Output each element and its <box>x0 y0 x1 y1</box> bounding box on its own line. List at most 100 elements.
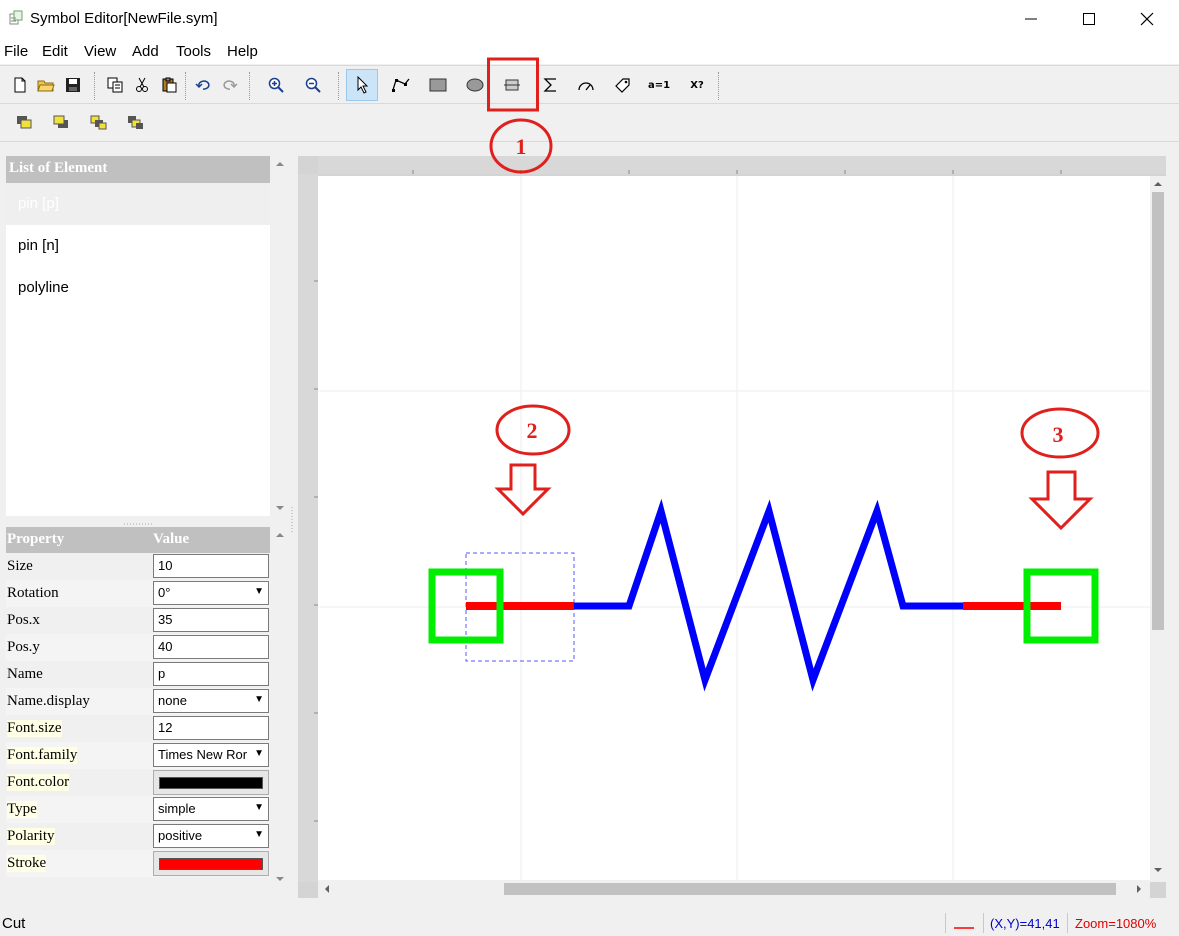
property-column-header: Property <box>7 531 65 547</box>
canvas-vertical-scrollbar[interactable] <box>1150 176 1166 882</box>
name-field[interactable]: p <box>153 662 269 686</box>
property-table-scrollbar[interactable] <box>272 527 288 887</box>
pin-icon <box>504 79 520 91</box>
menu-tools[interactable]: Tools <box>176 43 211 60</box>
query-param-label: X? <box>690 79 704 91</box>
ellipse-icon <box>466 78 484 92</box>
bring-to-front-button[interactable] <box>9 107 41 139</box>
horizontal-ruler <box>318 156 1166 174</box>
element-list-header: List of Element <box>6 156 270 183</box>
scroll-thumb[interactable] <box>1152 192 1164 630</box>
sigma-icon <box>543 78 556 92</box>
drawing-canvas[interactable] <box>318 176 1150 882</box>
font-size-field[interactable]: 12 <box>153 716 269 740</box>
stroke-line-icon <box>954 927 974 929</box>
prop-row-pos-y: Pos.y 40 <box>6 634 270 661</box>
label-tool-button[interactable] <box>607 69 639 101</box>
arc-tool-button[interactable] <box>570 69 602 101</box>
prop-row-font-size: Font.size 12 <box>6 715 270 742</box>
redo-button[interactable] <box>214 69 246 101</box>
rectangle-icon <box>429 78 447 92</box>
menu-view[interactable]: View <box>84 43 116 60</box>
scroll-up-icon <box>276 162 284 166</box>
list-item-pin-n[interactable]: pin [n] <box>6 225 270 267</box>
maximize-button[interactable] <box>1060 0 1118 38</box>
rotation-select[interactable]: 0° <box>153 581 269 605</box>
type-select[interactable]: simple <box>153 797 269 821</box>
prop-key: Stroke <box>7 855 47 872</box>
assign-param-button[interactable]: a=1 <box>643 69 675 101</box>
title-bar: Symbol Editor[NewFile.sym] <box>0 0 1179 38</box>
select-tool-button[interactable] <box>346 69 378 101</box>
name-display-select[interactable]: none <box>153 689 269 713</box>
bring-forward-icon <box>90 115 107 130</box>
save-icon <box>66 78 80 92</box>
sum-tool-button[interactable] <box>534 69 566 101</box>
send-backward-button[interactable] <box>120 107 152 139</box>
send-to-back-button[interactable] <box>46 107 78 139</box>
maximize-icon <box>1083 13 1095 25</box>
vertical-ruler <box>298 174 318 882</box>
menu-help[interactable]: Help <box>227 43 258 60</box>
vertical-splitter[interactable] <box>289 505 295 535</box>
ellipse-tool-button[interactable] <box>459 69 491 101</box>
prop-key: Name.display <box>7 693 90 709</box>
size-field[interactable]: 10 <box>153 554 269 578</box>
select-arrow-icon <box>357 76 369 94</box>
font-color-swatch <box>159 777 263 789</box>
menu-add[interactable]: Add <box>132 43 159 60</box>
font-color-picker[interactable] <box>153 770 269 795</box>
cut-icon <box>136 77 148 92</box>
status-message: Cut <box>2 915 26 932</box>
zoom-in-button[interactable] <box>260 69 292 101</box>
scroll-down-icon <box>276 877 284 881</box>
canvas-horizontal-scrollbar[interactable] <box>318 880 1150 898</box>
save-button[interactable] <box>57 69 89 101</box>
minimize-button[interactable] <box>1002 0 1060 38</box>
coordinates-readout: (X,Y)=41,41 <box>983 913 1067 933</box>
redo-icon <box>223 80 238 90</box>
pin-tool-button[interactable] <box>496 69 528 101</box>
zoom-out-button[interactable] <box>297 69 329 101</box>
element-list-scrollbar[interactable] <box>272 156 288 516</box>
panel-splitter[interactable] <box>6 516 270 526</box>
prop-key: Pos.x <box>7 612 40 628</box>
polarity-select[interactable]: positive <box>153 824 269 848</box>
paste-button[interactable] <box>153 69 185 101</box>
arrange-toolbar <box>0 104 1179 142</box>
prop-row-stroke: Stroke <box>6 850 270 877</box>
bring-forward-button[interactable] <box>83 107 115 139</box>
query-param-button[interactable]: X? <box>681 69 713 101</box>
prop-key: Name <box>7 666 43 682</box>
send-backward-icon <box>128 116 143 129</box>
polyline-element[interactable] <box>574 498 963 692</box>
value-column-header: Value <box>153 531 190 547</box>
grip-icon <box>291 507 293 533</box>
menu-edit[interactable]: Edit <box>42 43 68 60</box>
scroll-right-icon <box>1137 885 1141 893</box>
app-icon <box>9 10 23 25</box>
prop-row-name-display: Name.display none <box>6 688 270 715</box>
list-item-polyline[interactable]: polyline <box>6 267 270 309</box>
list-item-pin-p[interactable]: pin [p] <box>6 183 270 225</box>
rectangle-tool-button[interactable] <box>422 69 454 101</box>
scroll-down-icon <box>1154 868 1162 872</box>
menu-file[interactable]: File <box>4 43 28 60</box>
close-icon <box>1140 12 1154 26</box>
pos-y-field[interactable]: 40 <box>153 635 269 659</box>
scroll-up-icon <box>276 533 284 537</box>
gauge-icon <box>578 82 594 91</box>
prop-key: Font.family <box>7 747 78 764</box>
prop-row-polarity: Polarity positive <box>6 823 270 850</box>
font-family-select[interactable]: Times New Ror <box>153 743 269 767</box>
scroll-thumb[interactable] <box>504 883 1116 895</box>
send-back-icon <box>53 115 68 128</box>
pos-x-field[interactable]: 35 <box>153 608 269 632</box>
close-button[interactable] <box>1118 0 1176 38</box>
polyline-tool-button[interactable] <box>385 69 417 101</box>
stroke-color-picker[interactable] <box>153 851 269 876</box>
new-file-icon <box>14 77 26 93</box>
prop-key: Pos.y <box>7 639 40 655</box>
zoom-out-icon <box>305 77 321 93</box>
open-folder-icon <box>37 80 55 92</box>
